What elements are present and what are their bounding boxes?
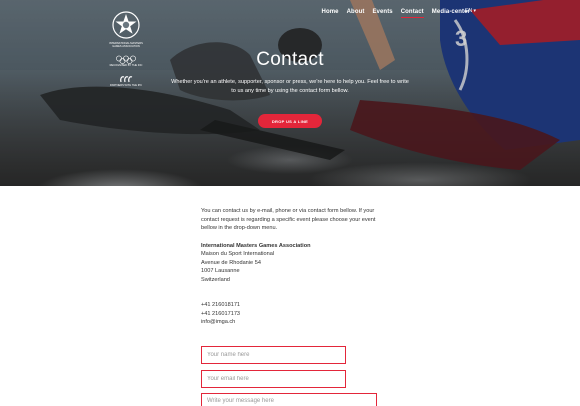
name-input[interactable] <box>201 346 346 364</box>
hero-banner: 3 International Masters Games Associatio… <box>0 0 580 186</box>
nav-item-events[interactable]: Events <box>372 9 392 18</box>
language-selector[interactable]: EN ▾ <box>465 8 476 14</box>
hero-subtitle: Whether you're an athlete, supporter, sp… <box>171 79 409 94</box>
email-input[interactable] <box>201 370 346 388</box>
address-line: Switzerland <box>201 276 230 283</box>
address-line: 1007 Lausanne <box>201 268 240 274</box>
address-line: Avenue de Rhodanie 54 <box>201 259 261 266</box>
phone-number-1: +41 216018171 <box>201 302 241 308</box>
nav-item-contact[interactable]: Contact <box>400 9 424 18</box>
contact-intro-text: You can contact us by e-mail, phone or v… <box>201 208 376 231</box>
paralympic-agitos-icon <box>120 75 133 82</box>
address-line: Maison du Sport International <box>201 251 275 257</box>
main-navigation: Home About Events Contact Media-center <box>322 9 470 18</box>
message-textarea[interactable] <box>201 393 377 406</box>
ipc-partner-text: Partners with the IPC <box>109 83 143 87</box>
address-block: International Masters Games Association … <box>201 242 381 285</box>
page-title: Contact <box>256 49 324 70</box>
email-link[interactable]: info@imga.ch <box>201 318 381 327</box>
nav-item-home[interactable]: Home <box>322 9 339 18</box>
nav-item-about[interactable]: About <box>347 9 365 18</box>
imga-logo-icon[interactable] <box>111 10 141 40</box>
contact-info: You can contact us by e-mail, phone or v… <box>201 207 381 327</box>
phone-number-2: +41 216017173 <box>201 310 241 317</box>
imga-logo-text: International Masters Games Association <box>109 42 143 49</box>
contact-details: +41 216018171 +41 216017173 info@imga.ch <box>201 301 381 327</box>
organization-name: International Masters Games Association <box>201 242 311 249</box>
drop-us-a-line-button[interactable]: DROP US A LINE <box>258 114 322 128</box>
